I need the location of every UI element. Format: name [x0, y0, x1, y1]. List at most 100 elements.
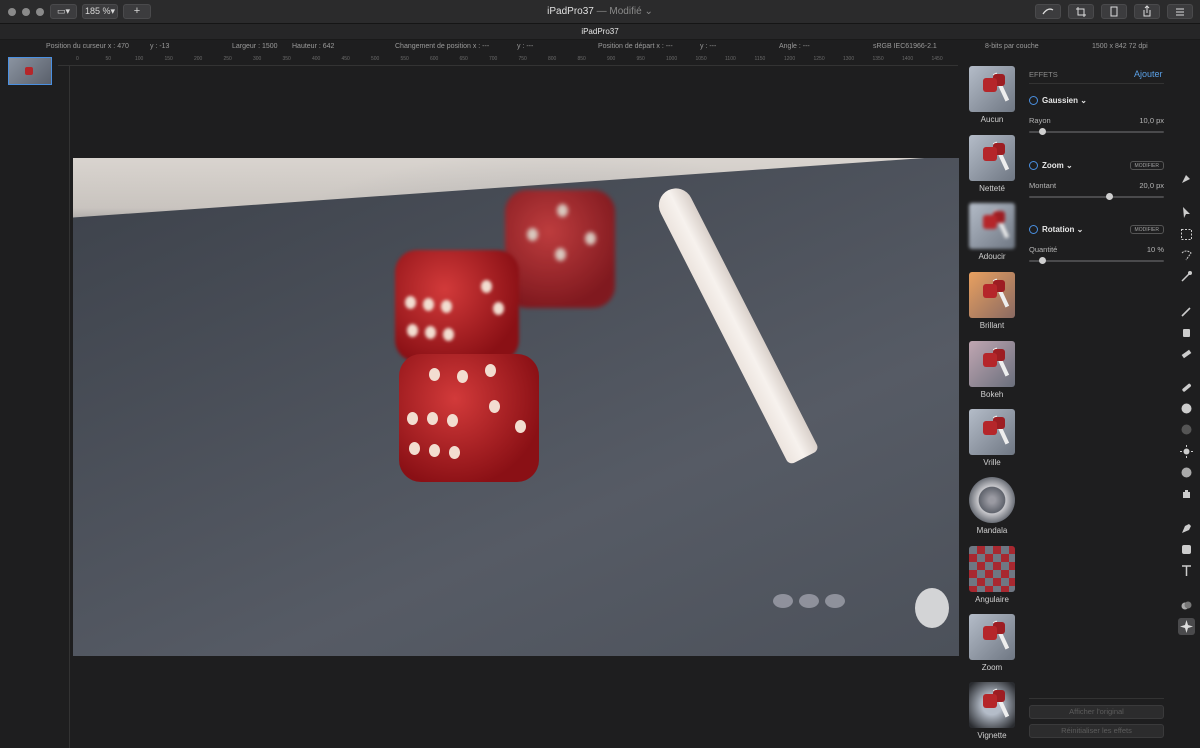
lighten-tool[interactable]	[1180, 445, 1193, 458]
window-title: iPadPro37 — Modifié ⌄	[0, 6, 1200, 17]
effects-tool[interactable]	[1178, 618, 1195, 635]
bandage-icon	[1182, 383, 1192, 392]
eraser-tool[interactable]	[1180, 347, 1193, 360]
modified-status: — Modifié	[593, 6, 645, 17]
effect-label: Mandala	[976, 526, 1008, 535]
bucket-icon	[1183, 329, 1190, 337]
ruler-tick-label: 50	[105, 56, 112, 62]
vertical-ruler	[58, 66, 70, 748]
effect-toggle[interactable]	[1029, 96, 1038, 105]
magic-selection-tool[interactable]	[1180, 270, 1193, 283]
ruler-tick-label: 0	[76, 56, 79, 62]
repair-tool[interactable]	[1180, 381, 1193, 394]
effect-toggle[interactable]	[1029, 161, 1038, 170]
document-button[interactable]	[1101, 4, 1127, 19]
document-thumbnail[interactable]	[8, 57, 52, 85]
lasso-tool[interactable]	[1180, 249, 1193, 262]
effect-thumb-bokeh[interactable]: Bokeh	[962, 341, 1022, 409]
ruler-tick-label: 700	[489, 56, 498, 62]
ruler-tick-label: 250	[223, 56, 232, 62]
effect-thumb-zoom[interactable]: Zoom	[962, 614, 1022, 682]
effect-thumb-vrille[interactable]: Vrille	[962, 409, 1022, 477]
text-tool[interactable]	[1180, 564, 1193, 577]
effect-label: Zoom	[981, 663, 1003, 672]
effect-name[interactable]: Rotation ⌄	[1042, 225, 1083, 234]
ruler-tick-label: 950	[636, 56, 645, 62]
resolution: 1500 x 842 72 dpi	[1092, 43, 1148, 50]
start-y: y : ---	[700, 43, 717, 50]
brush-icon	[1181, 307, 1191, 317]
ruler-tick-label: 1350	[872, 56, 884, 62]
effect-thumb-nettete[interactable]: Netteté	[962, 135, 1022, 203]
share-button[interactable]	[1134, 4, 1160, 19]
tablet-connector	[773, 594, 853, 610]
effect-label: Angulaire	[975, 595, 1009, 604]
effect-label: Bokeh	[980, 390, 1004, 399]
rectangle-icon	[1182, 545, 1191, 554]
image-canvas[interactable]	[73, 158, 959, 656]
show-original-button[interactable]: Afficher l'original	[1029, 705, 1164, 719]
effect-thumb-vignette[interactable]: Vignette	[962, 682, 1022, 748]
effect-toggle[interactable]	[1029, 225, 1038, 234]
effect-name[interactable]: Zoom ⌄	[1042, 161, 1073, 170]
eraser-icon	[1181, 349, 1192, 359]
paint-tool[interactable]	[1180, 305, 1193, 318]
adjustments-button[interactable]	[1167, 4, 1193, 19]
effect-thumb-brillant[interactable]: Brillant	[962, 272, 1022, 340]
shape-tool[interactable]	[1180, 543, 1193, 556]
arrange-tool[interactable]	[1180, 206, 1193, 219]
ruler-tick-label: 800	[548, 56, 557, 62]
color-adjust-tool[interactable]	[1180, 599, 1193, 612]
modify-button[interactable]: MODIFIER	[1129, 225, 1164, 234]
slider-knob[interactable]	[1039, 257, 1047, 264]
image-width: Largeur : 1500	[232, 43, 278, 50]
reset-effects-button[interactable]: Réinitialiser les effets	[1029, 724, 1164, 738]
ruler-tick-label: 150	[164, 56, 173, 62]
effect-label: Brillant	[979, 321, 1005, 330]
effect-thumb-mandala[interactable]: Mandala	[962, 477, 1022, 545]
style-tool[interactable]	[1180, 172, 1193, 185]
effects-panel: EFFETS Ajouter Gaussien ⌄ Rayon 10,0 px …	[1022, 66, 1172, 748]
angle: Angle : ---	[779, 43, 810, 50]
document-tab[interactable]: iPadPro37	[0, 24, 1200, 40]
magic-wand-icon	[1181, 271, 1192, 282]
effect-preview	[969, 341, 1015, 387]
effects-library: Aucun Netteté Adoucir Brillant Bokeh Vri…	[962, 66, 1022, 748]
effect-thumb-adoucir[interactable]: Adoucir	[962, 203, 1022, 271]
fill-tool[interactable]	[1180, 326, 1193, 339]
clone-tool[interactable]	[1180, 402, 1193, 415]
slider-knob[interactable]	[1105, 193, 1113, 200]
param-slider[interactable]	[1029, 193, 1164, 200]
sponge-tool[interactable]	[1180, 466, 1193, 479]
effect-preview	[969, 682, 1015, 728]
back-die	[505, 190, 615, 308]
param-value[interactable]: 10 %	[1147, 245, 1164, 254]
selection-tool[interactable]	[1180, 228, 1193, 241]
effect-thumb-angulaire[interactable]: Angulaire	[962, 546, 1022, 614]
chevron-down-icon[interactable]: ⌄	[644, 6, 652, 17]
add-effect-button[interactable]: Ajouter	[1134, 69, 1163, 79]
hand-icon	[1183, 490, 1190, 498]
modify-button[interactable]: MODIFIER	[1129, 161, 1164, 170]
slider-knob[interactable]	[1039, 128, 1047, 135]
param-slider[interactable]	[1029, 257, 1164, 264]
effect-thumb-aucun[interactable]: Aucun	[962, 66, 1022, 134]
apple-logo	[915, 588, 949, 628]
param-value[interactable]: 10,0 px	[1139, 116, 1164, 125]
effect-preview	[969, 614, 1015, 660]
param-value[interactable]: 20,0 px	[1139, 181, 1164, 190]
tools-toolbar	[1174, 66, 1200, 748]
cursor-y: y : -13	[150, 43, 170, 50]
ruler-tick-label: 1150	[754, 56, 766, 62]
pen-icon	[1182, 524, 1191, 533]
effect-label: Adoucir	[978, 252, 1006, 261]
pen-tool[interactable]	[1180, 522, 1193, 535]
smudge-tool[interactable]	[1180, 487, 1193, 500]
param-slider[interactable]	[1029, 128, 1164, 135]
blur-tool[interactable]	[1180, 423, 1193, 436]
effect-name[interactable]: Gaussien ⌄	[1042, 96, 1087, 105]
delta-x: Changement de position x : ---	[395, 43, 490, 50]
crop-button[interactable]	[1068, 4, 1094, 19]
heal-tool-button[interactable]	[1035, 4, 1061, 19]
ruler-tick-label: 900	[607, 56, 616, 62]
